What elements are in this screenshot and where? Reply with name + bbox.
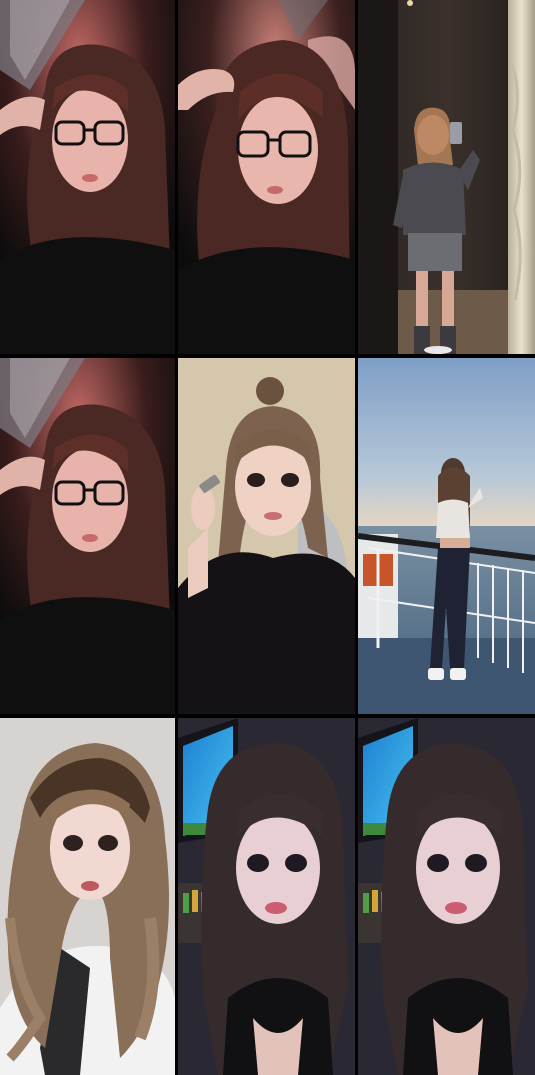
photo-tile[interactable] <box>178 718 355 1075</box>
photo-selfie-tv-background <box>178 718 355 1075</box>
photo-tile[interactable] <box>358 718 535 1075</box>
photo-tile[interactable] <box>358 358 535 714</box>
photo-selfie-glasses <box>0 0 175 354</box>
photo-tile[interactable] <box>0 358 175 714</box>
photo-tile[interactable] <box>358 0 535 354</box>
photo-grid <box>0 0 535 1075</box>
photo-ship-deck-ocean <box>358 358 535 714</box>
photo-tile[interactable] <box>0 718 175 1075</box>
photo-selfie-hair-clip <box>178 358 355 714</box>
photo-mirror-selfie <box>358 0 535 354</box>
photo-selfie-glasses-hand <box>178 0 355 354</box>
photo-selfie-glasses <box>0 358 175 714</box>
photo-selfie-tv-background <box>358 718 535 1075</box>
photo-tile[interactable] <box>0 0 175 354</box>
photo-selfie-wavy-hair <box>0 718 175 1075</box>
photo-tile[interactable] <box>178 0 355 354</box>
photo-tile[interactable] <box>178 358 355 714</box>
